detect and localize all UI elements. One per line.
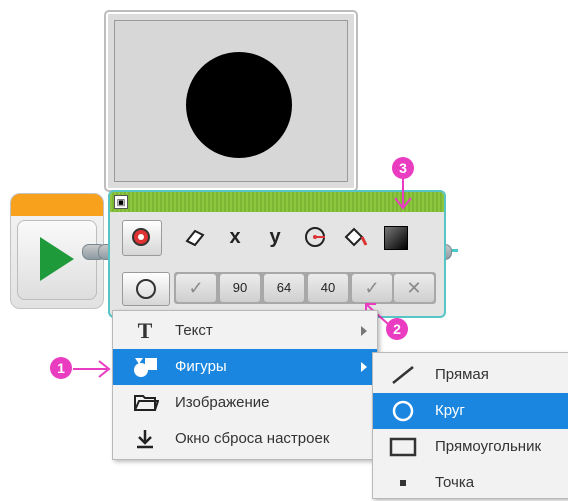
submenu-item-label: Точка [435,474,475,491]
submenu-arrow-icon [361,326,367,336]
radius-icon [296,220,334,254]
display-mini-icon[interactable]: ▣ [114,195,128,209]
x-value[interactable]: 90 [220,274,260,302]
rectangle-icon [389,437,417,457]
callout-1: 1 [50,357,72,379]
color-value[interactable]: ✕ [394,274,434,302]
parameter-values: ✓ 90 64 40 ✓ ✕ [174,272,436,304]
menu-item-text[interactable]: T Текст [113,313,377,349]
submenu-item-label: Прямоугольник [435,438,542,455]
parameter-icons: x y [124,220,436,256]
submenu-item-rectangle[interactable]: Прямоугольник [373,429,568,465]
start-button[interactable] [17,220,97,300]
radius-value[interactable]: 40 [308,274,348,302]
color-icon [376,220,414,254]
menu-item-label: Фигуры [175,358,227,375]
folder-icon [133,392,160,414]
menu-item-label: Изображение [175,394,270,411]
clear-screen-value[interactable]: ✓ [176,274,216,302]
callout-3: 3 [392,157,414,179]
submenu-arrow-icon [361,362,367,372]
download-icon [133,428,157,450]
x-param-label: x [229,226,241,248]
play-icon [40,237,74,281]
callout-3-arrow [394,178,412,210]
circle-mode-icon [136,279,156,299]
shape-type-menu: T Текст Фигуры Изображение Окно сброса н… [112,310,378,460]
shapes-icon [133,356,157,378]
callout-1-arrow [73,360,111,378]
menu-item-image[interactable]: Изображение [113,385,377,421]
point-icon [400,480,406,486]
menu-item-shapes[interactable]: Фигуры [113,349,377,385]
menu-item-label: Текст [175,322,213,339]
y-value[interactable]: 64 [264,274,304,302]
shape-mode-button[interactable] [122,272,170,306]
preview-screen [114,20,348,182]
shapes-submenu: Прямая Круг Прямоугольник Точка [372,352,568,499]
y-param-label: y [269,226,281,248]
text-icon: T [137,318,153,343]
line-icon [392,366,414,384]
fill-value[interactable]: ✓ [352,274,392,302]
menu-item-label: Окно сброса настроек [175,430,330,447]
eraser-icon [176,220,214,254]
submenu-item-circle[interactable]: Круг [373,393,568,429]
display-preview [104,10,358,192]
preview-circle [186,52,292,158]
submenu-item-label: Круг [435,402,465,419]
submenu-item-point[interactable]: Точка [373,465,568,501]
submenu-item-line[interactable]: Прямая [373,357,568,393]
circle-icon [392,400,414,422]
fill-icon [336,220,374,254]
submenu-item-label: Прямая [435,366,489,383]
callout-2: 2 [386,318,408,340]
menu-item-reset-screen[interactable]: Окно сброса настроек [113,421,377,457]
